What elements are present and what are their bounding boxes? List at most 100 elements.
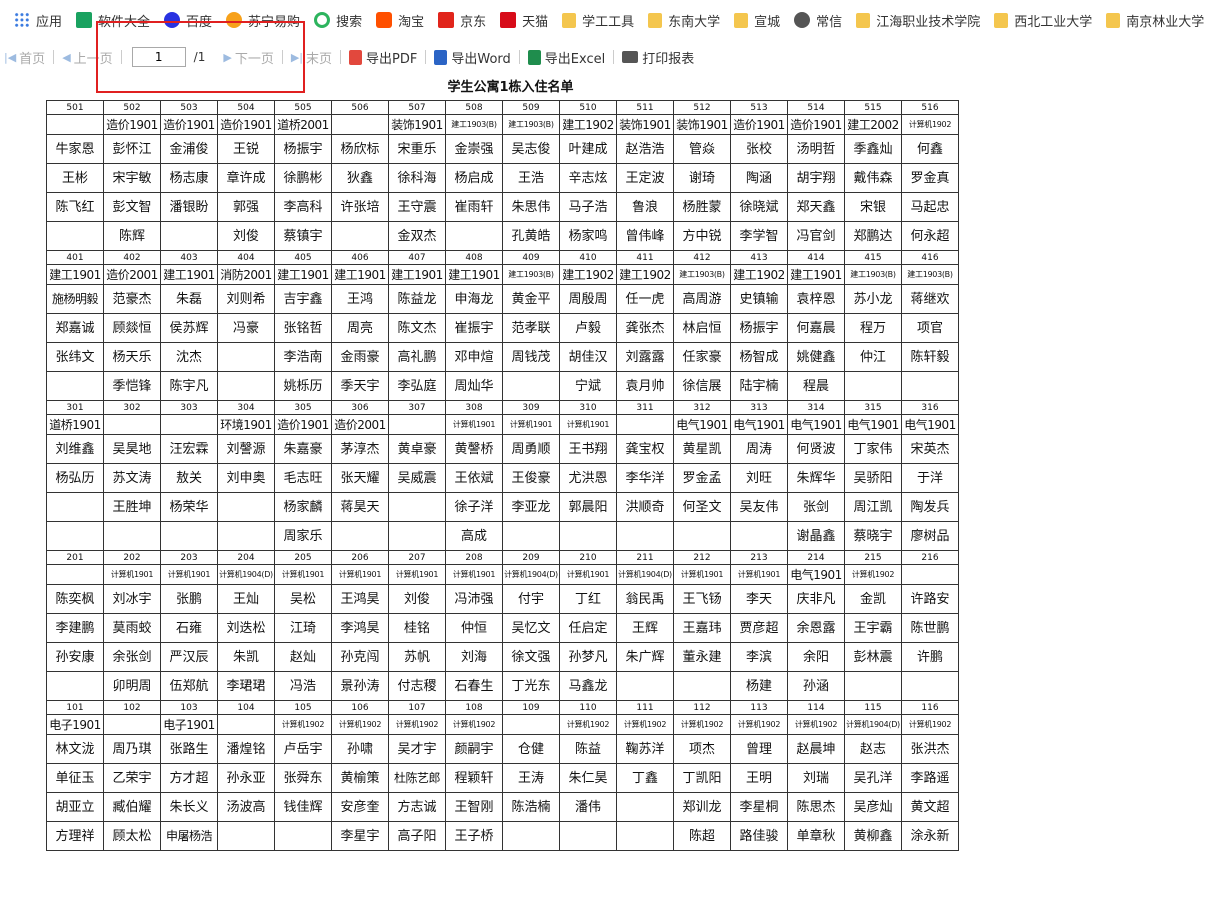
toolbar-divider xyxy=(53,50,55,64)
student-name-cell: 项官 xyxy=(901,313,959,343)
class-cell: 造价1901 xyxy=(787,114,845,135)
student-name-cell: 周灿华 xyxy=(445,371,503,401)
export-word-button[interactable]: 导出Word xyxy=(430,48,514,67)
room-number-cell: 413 xyxy=(730,250,788,265)
class-cell: 建工1901 xyxy=(46,264,104,285)
student-name-cell xyxy=(46,671,104,701)
bookmark-label: 东南大学 xyxy=(668,14,721,30)
bookmark-label: 应用 xyxy=(36,14,63,30)
bookmark-item[interactable]: 东南大学 xyxy=(648,11,720,30)
student-name-cell: 吴孔洋 xyxy=(844,763,902,793)
class-cell: 建工1903(B) xyxy=(445,114,503,135)
student-name-cell: 陈轩毅 xyxy=(901,342,959,372)
class-cell: 计算机1901 xyxy=(673,564,731,585)
class-cell: 建工1902 xyxy=(559,114,617,135)
bookmark-item[interactable]: 学工工具 xyxy=(562,11,634,30)
bookmark-item[interactable]: 南京林业大学 xyxy=(1106,11,1204,30)
student-name-cell xyxy=(673,521,731,551)
student-name-cell: 王宇霸 xyxy=(844,613,902,643)
class-cell: 计算机1901 xyxy=(559,564,617,585)
student-name-cell: 刘謦源 xyxy=(217,434,275,464)
room-number-cell: 108 xyxy=(445,700,503,715)
student-name-cell: 方志诚 xyxy=(388,792,446,822)
class-cell: 电子1901 xyxy=(160,714,218,735)
room-number-cell: 308 xyxy=(445,400,503,415)
class-cell: 装饰1901 xyxy=(616,114,674,135)
dormitory-roster-table: 501 502 503 504 505 506 507 508 509 510 511 512 513 5… xyxy=(46,100,959,851)
print-report-button[interactable]: 打印报表 xyxy=(618,48,698,67)
student-name-cell: 严汉辰 xyxy=(160,642,218,672)
bookmark-item[interactable]: 应用 xyxy=(14,11,62,30)
class-cell: 计算机1902 xyxy=(388,714,446,735)
student-name-cell: 任启定 xyxy=(559,613,617,643)
class-cell: 计算机1902 xyxy=(445,714,503,735)
student-name-cell: 刘则希 xyxy=(217,284,275,314)
student-name-cell: 李路遥 xyxy=(901,763,959,793)
export-pdf-button[interactable]: 导出PDF xyxy=(345,48,421,67)
student-name-cell: 季恺锋 xyxy=(103,371,161,401)
first-page-button[interactable]: |◀ 首页 xyxy=(0,48,49,67)
first-page-label: 首页 xyxy=(19,51,46,67)
folder-icon xyxy=(856,12,871,28)
toolbar-divider xyxy=(340,50,342,64)
bookmark-item[interactable]: 淘宝 xyxy=(376,11,424,30)
student-name-cell: 赵灿 xyxy=(274,642,332,672)
student-name-cell: 陈飞红 xyxy=(46,192,104,222)
class-cell: 装饰1901 xyxy=(388,114,446,135)
room-number-cell: 102 xyxy=(103,700,161,715)
student-name-cell: 张舜东 xyxy=(274,763,332,793)
prev-page-icon: ◀ xyxy=(62,50,71,64)
student-name-cell: 方才超 xyxy=(160,763,218,793)
export-excel-button[interactable]: 导出Excel xyxy=(524,48,609,67)
toolbar-divider xyxy=(425,50,427,64)
student-name-cell: 狄鑫 xyxy=(331,163,389,193)
student-name-cell: 崔雨轩 xyxy=(445,192,503,222)
room-number-cell: 402 xyxy=(103,250,161,265)
student-name-cell: 姚健鑫 xyxy=(787,342,845,372)
student-name-cell: 张路生 xyxy=(160,734,218,764)
student-name-cell: 李亚龙 xyxy=(502,492,560,522)
student-name-cell: 单征玉 xyxy=(46,763,104,793)
bookmark-item[interactable]: 常信 xyxy=(794,11,842,30)
student-name-cell: 李鸿昊 xyxy=(331,613,389,643)
student-name-cell xyxy=(445,221,503,251)
class-cell: 电气1901 xyxy=(787,564,845,585)
class-cell: 计算机1904(D) xyxy=(502,564,560,585)
student-name-cell: 徐文强 xyxy=(502,642,560,672)
bookmark-item[interactable]: 宣城 xyxy=(734,11,780,30)
student-name-cell xyxy=(274,821,332,851)
print-report-label: 打印报表 xyxy=(642,51,695,67)
student-name-cell xyxy=(217,492,275,522)
student-name-cell xyxy=(559,821,617,851)
bookmark-item[interactable]: 西北工业大学 xyxy=(994,11,1092,30)
student-name-cell: 刘海 xyxy=(445,642,503,672)
bookmark-item[interactable]: 天猫 xyxy=(500,11,548,30)
student-name-cell: 刘露露 xyxy=(616,342,674,372)
student-name-cell: 仲江 xyxy=(844,342,902,372)
bookmark-item[interactable]: 搜索 xyxy=(314,11,362,30)
folder-icon xyxy=(994,12,1009,28)
class-cell: 装饰1901 xyxy=(673,114,731,135)
class-cell: 计算机1902 xyxy=(787,714,845,735)
student-name-cell: 苏文涛 xyxy=(103,463,161,493)
student-name-cell xyxy=(217,521,275,551)
bookmark-item[interactable]: 京东 xyxy=(438,11,486,30)
student-name-cell: 辛志炫 xyxy=(559,163,617,193)
room-number-row: 301 302 303 304 305 306 307 308 309 310 311 312 313 3… xyxy=(46,400,959,415)
student-name-cell: 王辉 xyxy=(616,613,674,643)
class-cell: 计算机1904(D) xyxy=(217,564,275,585)
student-name-cell: 刘迭松 xyxy=(217,613,275,643)
bookmark-item[interactable]: 江海职业技术学院 xyxy=(856,11,980,30)
student-name-cell xyxy=(502,821,560,851)
room-number-row: 201 202 203 204 205 206 207 208 209 210 211 212 213 2… xyxy=(46,550,959,565)
room-number-cell: 511 xyxy=(616,100,674,115)
student-name-cell: 何永超 xyxy=(901,221,959,251)
student-name-cell: 刘俊 xyxy=(217,221,275,251)
student-name-cell: 蒋昊天 xyxy=(331,492,389,522)
class-cell xyxy=(46,564,104,585)
class-cell: 计算机1901 xyxy=(103,564,161,585)
student-name-cell: 杨家鸣 xyxy=(559,221,617,251)
student-name-cell: 王子桥 xyxy=(445,821,503,851)
student-name-cell: 廖树品 xyxy=(901,521,959,551)
room-number-cell: 313 xyxy=(730,400,788,415)
